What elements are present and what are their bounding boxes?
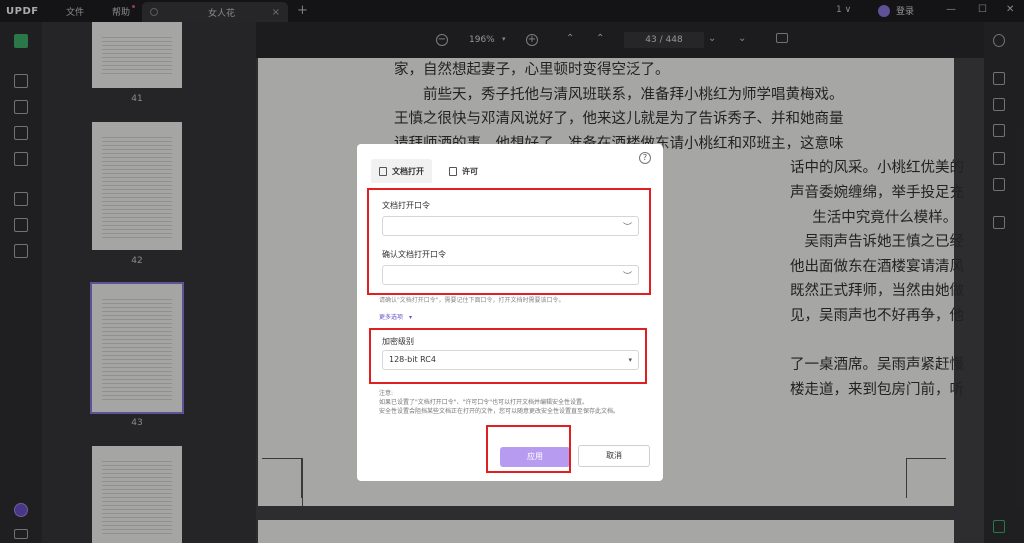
more-options-link[interactable]: 更多选项 ▾ xyxy=(379,312,412,321)
tab-permission-label: 许可 xyxy=(462,166,478,176)
highlight-apply-button xyxy=(486,425,571,473)
lock-icon xyxy=(379,166,387,176)
help-icon[interactable]: ? xyxy=(639,152,651,164)
highlight-encryption-level xyxy=(369,328,647,384)
cancel-button[interactable]: 取消 xyxy=(578,445,650,467)
highlight-password-fields xyxy=(367,188,651,295)
tab-document-open[interactable]: 文档打开 xyxy=(371,159,432,183)
edit-icon xyxy=(449,166,457,176)
tab-permission[interactable]: 许可 xyxy=(441,159,486,183)
tab-document-open-label: 文档打开 xyxy=(392,166,424,176)
security-note: 注意: 如果已设置了"文档打开口令"、"许可口令"也可以打开文档并编辑安全性设置… xyxy=(379,390,620,415)
password-hint: 请确认"文档打开口令"，需要记住下面口令，打开文档时需要该口令。 xyxy=(379,297,565,304)
